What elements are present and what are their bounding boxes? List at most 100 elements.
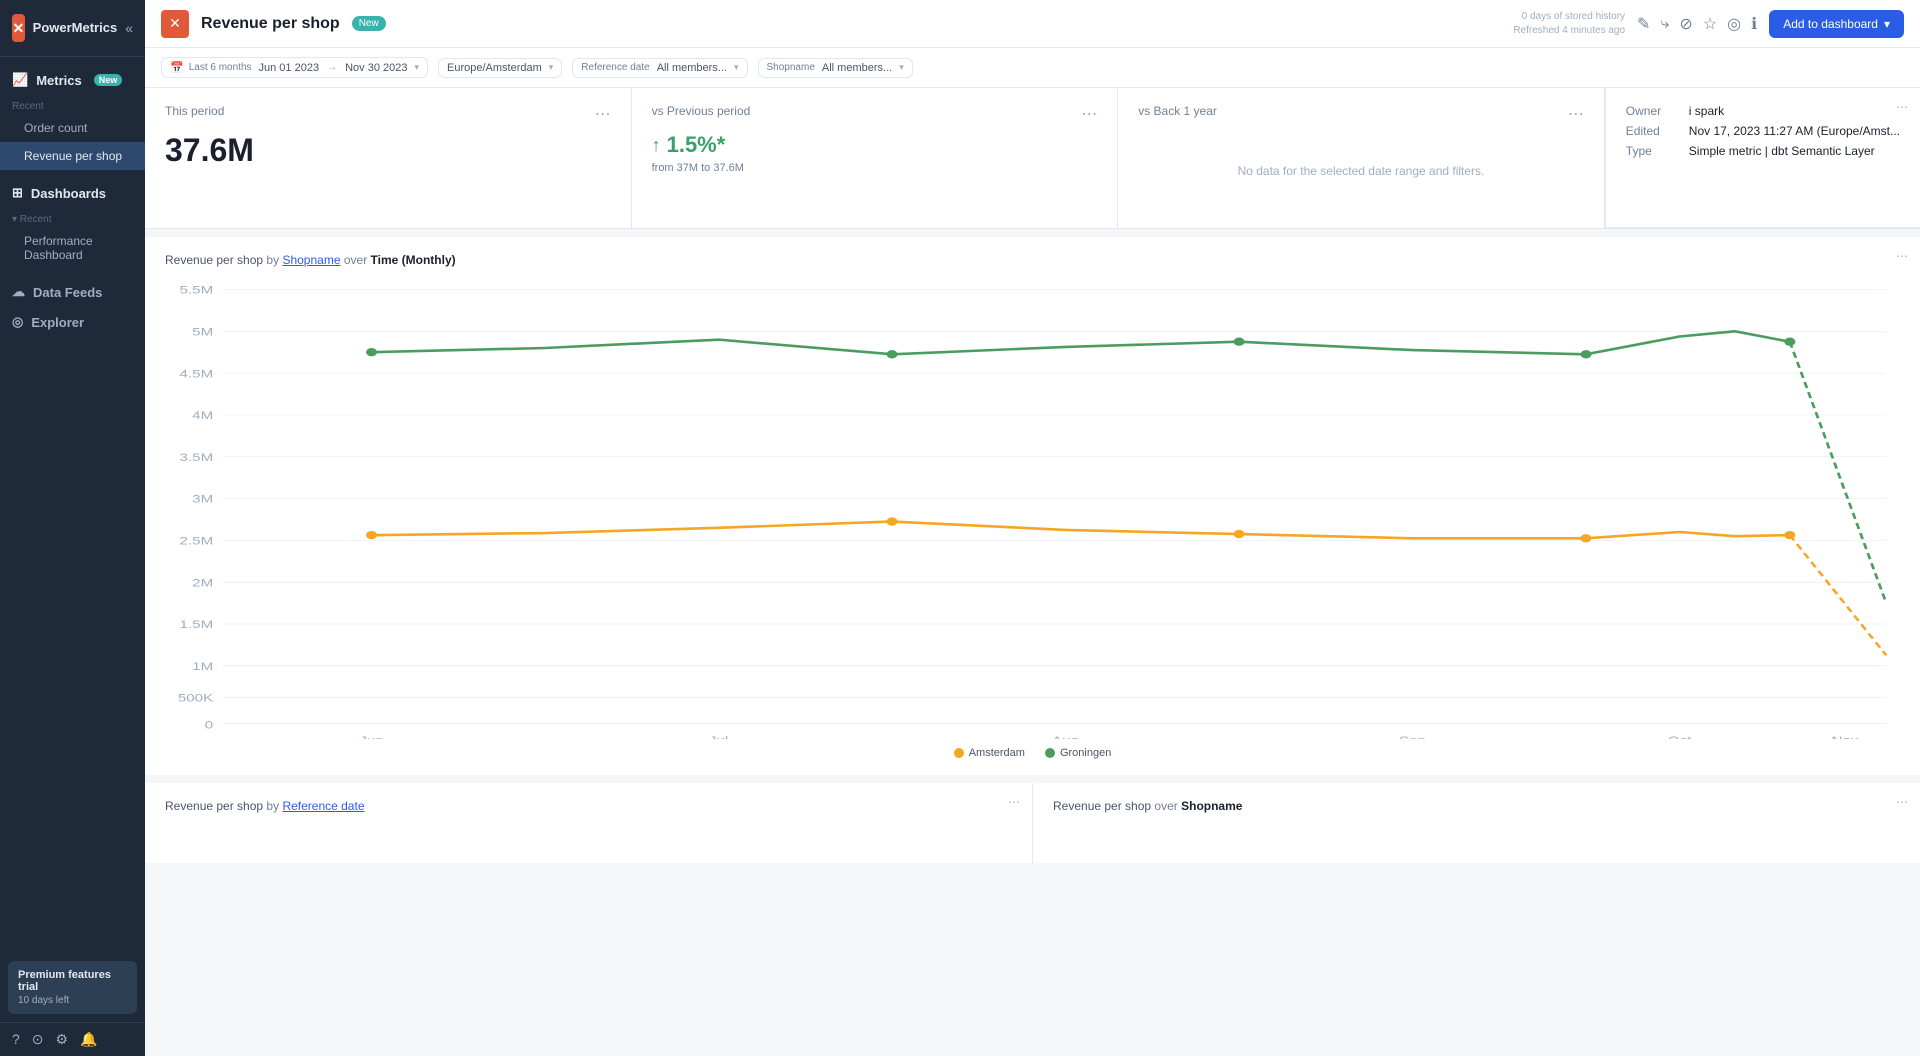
add-to-dashboard-button[interactable]: Add to dashboard ▾: [1769, 10, 1904, 38]
legend-amsterdam[interactable]: Amsterdam: [954, 747, 1025, 759]
info-icon[interactable]: ℹ: [1751, 14, 1757, 34]
sidebar-collapse-button[interactable]: «: [125, 20, 133, 36]
svg-text:Sep: Sep: [1399, 734, 1426, 739]
bottom-chart-1-dimension[interactable]: Reference date: [282, 799, 364, 813]
share-icon[interactable]: ⤷: [1660, 15, 1669, 33]
svg-text:4.5M: 4.5M: [180, 367, 214, 380]
bottom-chart-2-pre: Revenue per shop: [1053, 799, 1151, 813]
bottom-charts-row: Revenue per shop by Reference date ⋯ Rev…: [145, 783, 1920, 863]
line-chart: 5.5M 5M 4.5M 4M 3.5M 3M 2.5M 2M 1.5M 1M …: [165, 279, 1900, 739]
bottom-chart-title-1: Revenue per shop by Reference date: [165, 799, 1012, 813]
edited-value: Nov 17, 2023 11:27 AM (Europe/Amst...: [1689, 124, 1900, 138]
notifications-icon[interactable]: 🔔: [80, 1031, 97, 1048]
svg-text:1M: 1M: [192, 660, 213, 673]
this-period-title: This period: [165, 104, 224, 118]
content-area: This period ⋯ 37.6M vs Previous period ⋯…: [145, 88, 1920, 1056]
svg-text:2.5M: 2.5M: [180, 534, 214, 547]
reference-date-filter[interactable]: Reference date All members... ▾: [572, 58, 747, 78]
sidebar-item-revenue-per-shop[interactable]: Revenue per shop: [0, 142, 145, 170]
sidebar-footer-icons: ? ⊙ ⚙ 🔔: [0, 1022, 145, 1056]
sidebar-item-performance-dashboard[interactable]: Performance Dashboard: [0, 227, 145, 269]
info-panel: ⋯ Owner i spark Edited Nov 17, 2023 11:2…: [1605, 88, 1920, 228]
ref-label: Reference date: [581, 62, 649, 73]
edit-icon[interactable]: ✎: [1637, 14, 1650, 34]
sidebar-item-metrics[interactable]: 📈 Metrics New: [0, 65, 145, 95]
sidebar-logo: ✕ PowerMetrics «: [0, 0, 145, 57]
type-value: Simple metric | dbt Semantic Layer: [1689, 144, 1875, 158]
chart-title: Revenue per shop by Shopname over Time (…: [165, 253, 1900, 267]
premium-trial-box[interactable]: Premium features trial 10 days left: [8, 961, 137, 1014]
main-chart-section: Revenue per shop by Shopname over Time (…: [145, 237, 1920, 775]
up-arrow-icon: ↑: [652, 135, 661, 156]
recent-section-label: Recent: [0, 95, 145, 114]
sidebar-item-order-count[interactable]: Order count: [0, 114, 145, 142]
calendar-icon: 📅: [170, 61, 184, 74]
logo-text: PowerMetrics: [33, 20, 118, 36]
vs-previous-menu[interactable]: ⋯: [1081, 104, 1097, 124]
topbar: ✕ Revenue per shop New 0 days of stored …: [145, 0, 1920, 48]
sidebar: ✕ PowerMetrics « 📈 Metrics New Recent Or…: [0, 0, 145, 1056]
timezone-filter[interactable]: Europe/Amsterdam ▾: [438, 58, 562, 78]
bottom-chart-2-menu[interactable]: ⋯: [1896, 795, 1908, 809]
star-icon[interactable]: ☆: [1703, 14, 1717, 34]
vs-back-menu[interactable]: ⋯: [1568, 104, 1584, 124]
filterbar: 📅 Last 6 months Jun 01 2023 → Nov 30 202…: [145, 48, 1920, 88]
help-icon[interactable]: ?: [12, 1031, 20, 1048]
timezone-label: Europe/Amsterdam: [447, 62, 542, 74]
bottom-chart-2-dimension: Shopname: [1181, 799, 1242, 813]
info-panel-menu[interactable]: ⋯: [1896, 100, 1908, 114]
metric-icon: ✕: [161, 10, 189, 38]
svg-text:1.5M: 1.5M: [180, 618, 214, 631]
chart-title-by: by: [266, 253, 279, 267]
svg-text:Jul: Jul: [709, 734, 728, 739]
vs-previous-card: vs Previous period ⋯ ↑ 1.5%* from 37M to…: [632, 88, 1119, 228]
this-period-menu[interactable]: ⋯: [595, 104, 611, 124]
metrics-label: Metrics: [36, 73, 82, 88]
amsterdam-dot: [954, 748, 964, 758]
chart-menu[interactable]: ⋯: [1896, 249, 1908, 263]
sidebar-item-explorer[interactable]: ◎ Explorer: [0, 307, 145, 337]
target-icon[interactable]: ◎: [1727, 14, 1741, 34]
bottom-chart-shopname: Revenue per shop over Shopname ⋯: [1033, 783, 1920, 863]
amsterdam-label: Amsterdam: [969, 747, 1025, 759]
dashboards-label: Dashboards: [31, 186, 106, 201]
bottom-chart-1-menu[interactable]: ⋯: [1008, 795, 1020, 809]
data-feeds-icon: ☁: [12, 284, 25, 300]
circle-icon[interactable]: ⊙: [32, 1031, 44, 1048]
shopname-filter[interactable]: Shopname All members... ▾: [758, 58, 913, 78]
date-filter[interactable]: 📅 Last 6 months Jun 01 2023 → Nov 30 202…: [161, 57, 428, 78]
vs-back-title: vs Back 1 year: [1138, 104, 1217, 118]
metrics-badge: New: [94, 74, 123, 86]
add-dashboard-label: Add to dashboard: [1783, 17, 1878, 31]
chart-legend: Amsterdam Groningen: [165, 747, 1900, 759]
svg-text:Oct: Oct: [1668, 734, 1692, 739]
svg-text:0: 0: [205, 718, 213, 731]
vs-previous-title: vs Previous period: [652, 104, 751, 118]
date-to: Nov 30 2023: [345, 62, 407, 74]
groningen-dot: [1045, 748, 1055, 758]
sidebar-item-dashboards[interactable]: ⊞ Dashboards: [0, 178, 145, 208]
data-feeds-label: Data Feeds: [33, 285, 102, 300]
dashboards-recent-label: ▾ Recent: [0, 208, 145, 227]
date-from: Jun 01 2023: [259, 62, 320, 74]
settings-icon[interactable]: ⚙: [56, 1031, 69, 1048]
revenue-per-shop-label: Revenue per shop: [24, 149, 122, 163]
page-title: Revenue per shop: [201, 15, 340, 33]
order-count-label: Order count: [24, 121, 87, 135]
groningen-label: Groningen: [1060, 747, 1111, 759]
sidebar-item-data-feeds[interactable]: ☁ Data Feeds: [0, 277, 145, 307]
premium-title: Premium features trial: [18, 969, 127, 993]
chart-dimension[interactable]: Shopname: [282, 253, 340, 267]
no-data-message: No data for the selected date range and …: [1138, 164, 1584, 178]
chart-time: Time (Monthly): [371, 253, 456, 267]
add-dashboard-caret: ▾: [1884, 17, 1890, 31]
block-icon[interactable]: ⊘: [1679, 14, 1692, 34]
svg-text:Aug: Aug: [1052, 734, 1079, 739]
stored-history: 0 days of stored history: [1513, 10, 1625, 24]
legend-groningen[interactable]: Groningen: [1045, 747, 1111, 759]
chart-title-pre: Revenue per shop: [165, 253, 263, 267]
svg-text:Nov: Nov: [1831, 734, 1858, 739]
new-badge: New: [352, 16, 386, 31]
svg-text:5M: 5M: [192, 325, 213, 338]
vs-back-1year-card: vs Back 1 year ⋯ No data for the selecte…: [1118, 88, 1605, 228]
